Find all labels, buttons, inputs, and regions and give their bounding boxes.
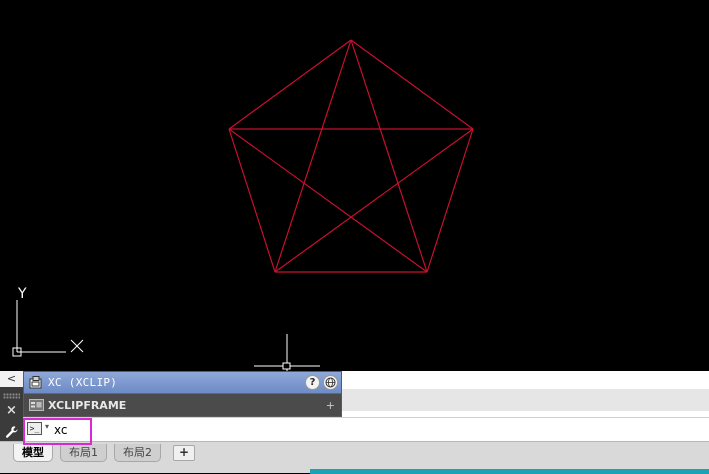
command-input-highlight [23,418,92,445]
xclip-command-icon [28,376,44,390]
tab-layout1[interactable]: 布局1 [60,444,107,462]
drag-grip-icon[interactable] [3,393,20,399]
command-line-palette-strip: < × [0,371,23,441]
system-variable-icon [28,398,44,412]
command-history-area [342,371,709,417]
tab-model[interactable]: 模型 [13,444,53,462]
pentagram-geometry[interactable] [228,39,474,273]
star-edge[interactable] [274,128,474,273]
autocomplete-item-xclipframe[interactable]: XCLIPFRAME + [24,394,341,416]
autocomplete-list: XC (XCLIP) ? XCLIPFRAME + [23,371,342,417]
help-icon[interactable]: ? [305,375,320,390]
layout-tab-bar: 模型 布局1 布局2 + [0,441,709,474]
pentagon-edge[interactable] [350,39,474,130]
autocomplete-item-label: XC (XCLIP) [48,376,118,389]
autocomplete-item-xclip[interactable]: XC (XCLIP) ? [24,372,341,394]
ucs-y-label: Y [17,286,27,302]
command-history-band [342,389,709,411]
close-icon[interactable]: × [0,402,23,420]
pentagon-edge[interactable] [228,128,276,273]
drawing-canvas[interactable]: Y X [0,0,709,371]
star-edge[interactable] [228,128,428,273]
globe-icon-svg [325,377,336,388]
star-edge[interactable] [350,39,428,273]
command-line: >_ ▾ [23,417,709,445]
star-edge[interactable] [274,39,352,273]
globe-icon[interactable] [323,375,338,390]
crosshair-pickbox [282,362,291,370]
xclip-icon-svg [29,376,42,389]
expand-plus-icon[interactable]: + [326,399,335,412]
add-layout-button[interactable]: + [173,445,195,461]
collapse-arrow-icon[interactable]: < [0,371,23,387]
wrench-icon-svg [5,426,17,438]
tab-layout2[interactable]: 布局2 [114,444,161,462]
sysvar-icon-svg [28,399,44,411]
pentagon-edge[interactable] [228,39,352,130]
ucs-icon [12,300,84,357]
pentagon-edge[interactable] [426,128,474,273]
wrench-icon[interactable] [0,423,23,441]
command-input[interactable] [54,421,354,439]
status-bar-accent [310,469,709,474]
crosshair-cursor [254,334,320,371]
autocomplete-item-label: XCLIPFRAME [48,398,127,412]
drawing-svg: Y X [12,39,474,371]
